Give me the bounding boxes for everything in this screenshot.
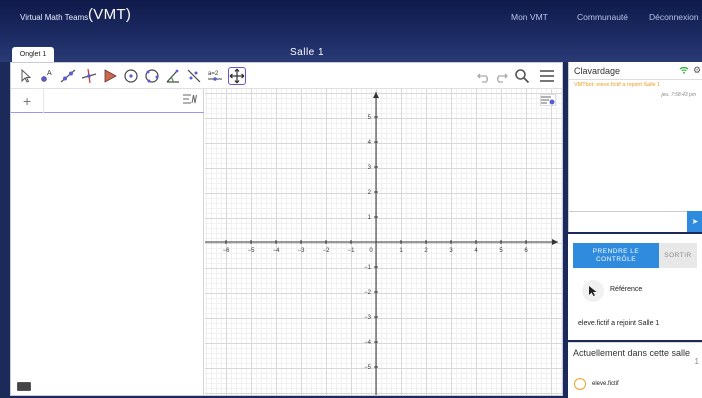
members-panel: Actuellement dans cette salle 1 eleve.fi… (568, 342, 702, 398)
take-control-label-2: CONTRÔLE (595, 256, 637, 263)
take-control-label-1: PRENDRE LE (592, 248, 640, 255)
x-tick-label: 3 (449, 248, 453, 254)
y-tick-label: 4 (368, 140, 372, 146)
hamburger-menu-icon[interactable] (539, 68, 555, 84)
avatar-icon (574, 378, 586, 390)
x-tick-label: 1 (399, 248, 403, 254)
svg-text:A: A (47, 70, 52, 77)
x-tick-label: −3 (298, 248, 306, 254)
nav-community[interactable]: Communauté (577, 12, 628, 22)
line-tool-icon[interactable] (59, 67, 77, 85)
reflect-tool-icon[interactable] (185, 67, 203, 85)
x-tick-label: −6 (223, 248, 231, 254)
y-tick-label: 1 (368, 215, 372, 221)
y-tick-label: −2 (364, 290, 372, 296)
y-tick-label: 5 (368, 115, 372, 121)
algebra-input[interactable]: + (11, 89, 204, 113)
nav-my-vmt[interactable]: Mon VMT (511, 12, 548, 22)
x-tick-label: −5 (248, 248, 256, 254)
graphics-view[interactable]: −6 −5 −4 −3 −2 −1 0 1 2 3 4 5 6 5 4 3 2 1 −1 −2 −3 −4 −5 (205, 89, 562, 395)
x-tick-label: 0 (369, 248, 373, 254)
x-tick-label: −2 (323, 248, 331, 254)
nav-logout[interactable]: Déconnexion (649, 12, 699, 22)
tab-row: Onglet 1 Salle 1 (0, 40, 702, 62)
chat-header: Clavardage ⚙ (569, 62, 702, 80)
gear-icon[interactable]: ⚙ (693, 65, 701, 76)
move-tool-icon[interactable] (17, 67, 35, 85)
perpendicular-tool-icon[interactable] (80, 67, 98, 85)
search-icon[interactable] (514, 68, 530, 84)
y-tick-label: −3 (364, 315, 372, 321)
y-tick-label: 2 (368, 190, 372, 196)
angle-tool-icon[interactable] (164, 67, 182, 85)
x-tick-label: 6 (524, 248, 528, 254)
wifi-icon (679, 66, 689, 76)
brand-acronym[interactable]: (VMT) (88, 6, 131, 23)
take-control-button[interactable]: PRENDRE LE CONTRÔLE (573, 243, 659, 268)
top-header: Virtual Math Teams (VMT) Mon VMT Communa… (0, 0, 702, 40)
geogebra-workspace: A a=2 + −6 −5 −4 −3 −2 −1 0 1 2 3 4 5 6 … (10, 62, 563, 396)
divider (43, 89, 44, 113)
y-tick-label: −1 (364, 265, 372, 271)
pointer-icon (582, 280, 604, 302)
point-tool-icon[interactable]: A (38, 67, 56, 85)
undo-icon[interactable] (476, 68, 492, 84)
brand-name[interactable]: Virtual Math Teams (20, 13, 88, 22)
redo-icon[interactable] (493, 68, 509, 84)
polygon-tool-icon[interactable] (101, 67, 119, 85)
chat-message: VMTbot: eleve.fictif a rejoint Salle 1 (574, 82, 661, 88)
algebra-sort-menu-icon[interactable] (183, 94, 197, 107)
y-tick-label: 3 (368, 165, 372, 171)
chat-title: Clavardage (574, 66, 621, 76)
members-title: Actuellement dans cette salle (573, 348, 691, 358)
x-tick-label: 2 (424, 248, 428, 254)
reference-label: Référence (610, 286, 643, 293)
circle-three-points-tool-icon[interactable] (143, 67, 161, 85)
geogebra-toolbar: A a=2 (11, 63, 562, 89)
x-tick-label: 5 (499, 248, 503, 254)
graphics-style-bar-icon[interactable] (540, 94, 556, 106)
tab-onglet-1[interactable]: Onglet 1 (12, 47, 54, 62)
algebra-view: + (11, 89, 204, 395)
x-tick-label: 4 (474, 248, 478, 254)
slider-tool-icon[interactable]: a=2 (206, 67, 224, 85)
y-tick-label: −4 (364, 340, 372, 346)
move-graphics-tool-icon[interactable] (228, 67, 246, 85)
svg-text:a=2: a=2 (208, 71, 219, 77)
chat-input[interactable] (569, 211, 687, 232)
exit-button[interactable]: SORTIR (659, 243, 697, 268)
y-tick-label: −5 (364, 365, 372, 371)
send-icon[interactable]: ➤ (687, 211, 702, 232)
circle-center-tool-icon[interactable] (122, 67, 140, 85)
y-axis-arrow (373, 92, 379, 98)
chat-panel: Clavardage ⚙ VMTbot: eleve.fictif a rejo… (568, 62, 702, 232)
join-message: eleve.fictif a rejoint Salle 1 (578, 320, 660, 327)
member-name: eleve.fictif (592, 381, 619, 387)
x-tick-label: −4 (273, 248, 281, 254)
keyboard-icon[interactable] (17, 382, 31, 391)
reference-button[interactable]: Référence (582, 280, 692, 302)
members-count: 1 (694, 357, 699, 366)
control-panel: PRENDRE LE CONTRÔLE SORTIR Référence ele… (568, 234, 702, 340)
algebra-plus-icon[interactable]: + (23, 93, 31, 109)
chat-timestamp: jeu. 7:58:43 pm (661, 92, 696, 98)
coordinate-axes: −6 −5 −4 −3 −2 −1 0 1 2 3 4 5 6 5 4 3 2 1 −1 −2 −3 −4 −5 (205, 92, 558, 395)
x-axis-arrow (552, 239, 558, 245)
x-tick-label: −1 (348, 248, 356, 254)
room-title: Salle 1 (290, 47, 325, 58)
